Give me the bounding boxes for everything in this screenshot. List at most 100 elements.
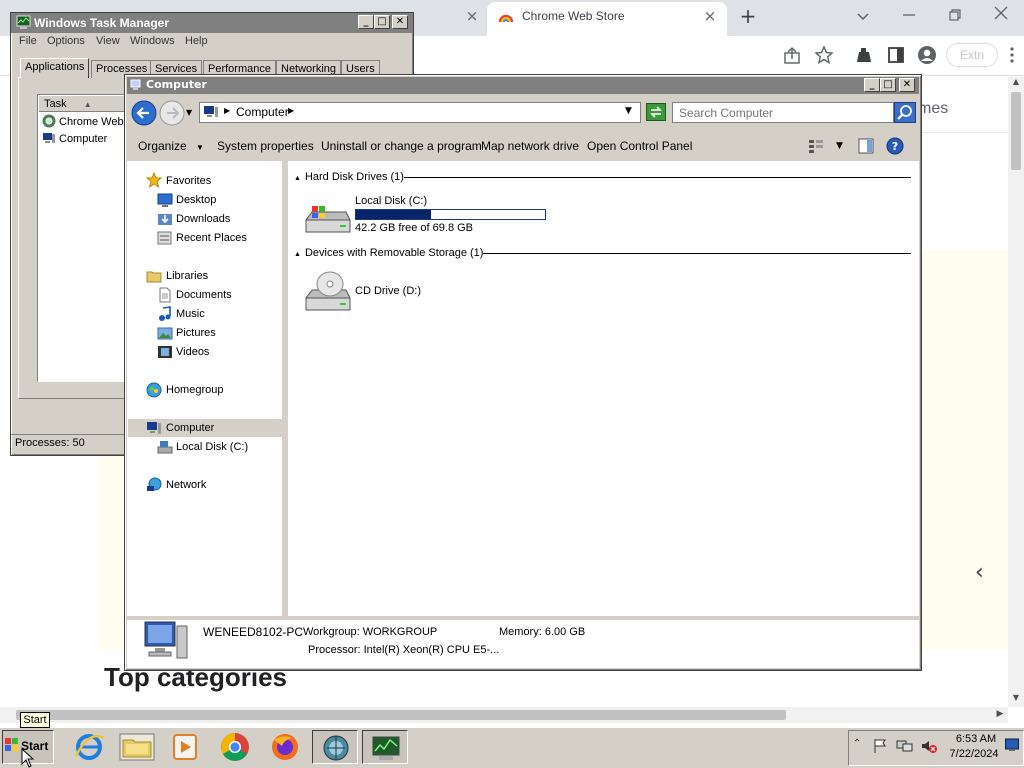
tab-close-icon[interactable]: × — [700, 6, 720, 26]
open-control-panel-button[interactable]: Open Control Panel — [587, 139, 692, 153]
chrome-icon[interactable] — [212, 730, 258, 764]
drive-c-name[interactable]: Local Disk (C:) — [355, 195, 427, 207]
recent-places-icon — [157, 230, 173, 246]
nav-pictures[interactable]: Pictures — [176, 327, 216, 339]
clock-date[interactable]: 7/22/2024 — [946, 748, 1002, 760]
back-arrow-icon[interactable] — [131, 100, 157, 126]
close-button[interactable]: ✕ — [392, 15, 408, 29]
tab-close-icon[interactable]: × — [462, 6, 482, 26]
nav-network[interactable]: Network — [166, 479, 206, 491]
views-dropdown-icon[interactable]: ▼ — [836, 141, 843, 151]
breadcrumb[interactable]: Computer — [236, 105, 289, 119]
organize-button[interactable]: Organize ▼ — [138, 139, 204, 153]
scroll-up-icon[interactable]: ▲ — [1010, 77, 1022, 89]
system-properties-button[interactable]: System properties — [217, 139, 314, 153]
minimize-button[interactable]: _ — [358, 15, 374, 29]
page-horizontal-scroll-thumb[interactable] — [16, 710, 786, 720]
group-header-removable-storage[interactable]: ▲ Devices with Removable Storage (1) — [294, 247, 483, 259]
nav-recent-places[interactable]: Recent Places — [176, 232, 247, 244]
task-manager-icon[interactable] — [362, 730, 408, 764]
nav-music[interactable]: Music — [176, 308, 205, 320]
task-row[interactable]: Chrome Web — [42, 114, 124, 128]
task-row[interactable]: Computer — [42, 131, 107, 145]
change-view-icon[interactable] — [808, 139, 824, 153]
task-list-header[interactable]: Task ▲ — [39, 96, 137, 112]
map-network-drive-button[interactable]: Map network drive — [481, 139, 579, 153]
breadcrumb-separator-icon[interactable]: ▶ — [288, 106, 294, 115]
page-vertical-scroll-thumb[interactable] — [1011, 92, 1021, 170]
nav-desktop[interactable]: Desktop — [176, 194, 216, 206]
clock-time[interactable]: 6:53 AM — [950, 733, 1002, 745]
page-vertical-scrollbar[interactable] — [1008, 77, 1024, 707]
music-icon — [157, 306, 173, 322]
tab-title: Chrome Web Store — [522, 9, 625, 23]
side-panel-icon[interactable] — [887, 46, 905, 64]
recent-pages-icon[interactable]: ▼ — [186, 108, 196, 118]
drive-usage-fill — [356, 210, 431, 219]
extensions-icon[interactable] — [855, 46, 873, 64]
nav-local-disk[interactable]: Local Disk (C:) — [176, 441, 248, 453]
show-hidden-icons-icon[interactable]: ⌃ — [853, 738, 861, 749]
search-icon[interactable] — [894, 102, 916, 123]
internet-explorer-icon[interactable] — [66, 730, 112, 764]
drive-d-name[interactable]: CD Drive (D:) — [355, 285, 421, 297]
close-button[interactable]: ✕ — [899, 78, 915, 92]
media-player-icon[interactable] — [162, 730, 208, 764]
scroll-down-icon[interactable]: ▼ — [1010, 693, 1022, 705]
uninstall-program-button[interactable]: Uninstall or change a program — [321, 139, 482, 153]
tab-search-icon[interactable] — [853, 6, 873, 26]
window-close-icon[interactable] — [990, 2, 1012, 24]
menu-help[interactable]: Help — [185, 35, 208, 47]
nav-libraries[interactable]: Libraries — [166, 270, 208, 282]
menu-windows[interactable]: Windows — [130, 35, 175, 47]
sort-ascending-icon: ▲ — [83, 100, 92, 109]
show-desktop-icon[interactable] — [1005, 738, 1019, 752]
window-minimize-icon[interactable] — [898, 4, 920, 26]
share-icon[interactable] — [782, 46, 802, 66]
page-header-fragment[interactable]: mes — [918, 100, 948, 118]
documents-icon — [157, 287, 173, 303]
firefox-icon[interactable] — [262, 730, 308, 764]
explorer-titlebar[interactable] — [127, 77, 919, 94]
menu-file[interactable]: File — [19, 35, 37, 47]
refresh-icon[interactable] — [646, 103, 666, 121]
maximize-button[interactable]: □ — [374, 15, 390, 29]
collapse-icon: ▲ — [294, 175, 301, 182]
scroll-right-icon[interactable]: ▶ — [994, 709, 1006, 721]
chrome-action-button[interactable]: Extn — [946, 43, 998, 67]
nav-videos[interactable]: Videos — [176, 346, 209, 358]
profile-avatar-icon[interactable] — [917, 45, 937, 65]
bookmark-star-icon[interactable] — [814, 45, 834, 65]
nav-computer[interactable]: Computer — [166, 422, 214, 434]
maximize-button[interactable]: □ — [880, 78, 896, 92]
start-tooltip: Start — [20, 712, 50, 728]
search-input[interactable] — [672, 102, 894, 123]
minimize-button[interactable]: _ — [864, 78, 880, 92]
forward-arrow-icon[interactable] — [159, 100, 185, 126]
folder-icon[interactable] — [114, 730, 160, 764]
tab-applications[interactable]: Applications — [20, 58, 90, 78]
nav-homegroup[interactable]: Homegroup — [166, 384, 223, 396]
action-center-flag-icon[interactable] — [872, 738, 890, 754]
windows-logo-icon — [5, 738, 19, 752]
menu-view[interactable]: View — [96, 35, 120, 47]
kebab-menu-icon[interactable] — [1004, 45, 1020, 65]
nav-favorites[interactable]: Favorites — [166, 175, 211, 187]
address-dropdown-icon[interactable]: ▼ — [625, 106, 632, 116]
help-icon[interactable]: ? — [886, 137, 904, 155]
network-icon — [146, 477, 162, 493]
breadcrumb-separator-icon[interactable]: ▶ — [224, 106, 230, 115]
hard-drive-icon[interactable] — [304, 198, 352, 238]
window-restore-icon[interactable] — [944, 4, 966, 26]
network-status-icon[interactable] — [896, 738, 914, 754]
volume-muted-icon[interactable] — [920, 738, 938, 754]
menu-options[interactable]: Options — [47, 35, 85, 47]
network-globe-icon[interactable] — [312, 730, 358, 764]
group-header-hard-disk-drives[interactable]: ▲ Hard Disk Drives (1) — [294, 171, 404, 183]
new-tab-button[interactable]: + — [737, 4, 759, 28]
nav-documents[interactable]: Documents — [176, 289, 232, 301]
nav-downloads[interactable]: Downloads — [176, 213, 230, 225]
carousel-prev-icon[interactable]: ‹ — [975, 560, 995, 586]
cd-drive-icon[interactable] — [304, 270, 352, 316]
preview-pane-icon[interactable] — [858, 138, 874, 154]
